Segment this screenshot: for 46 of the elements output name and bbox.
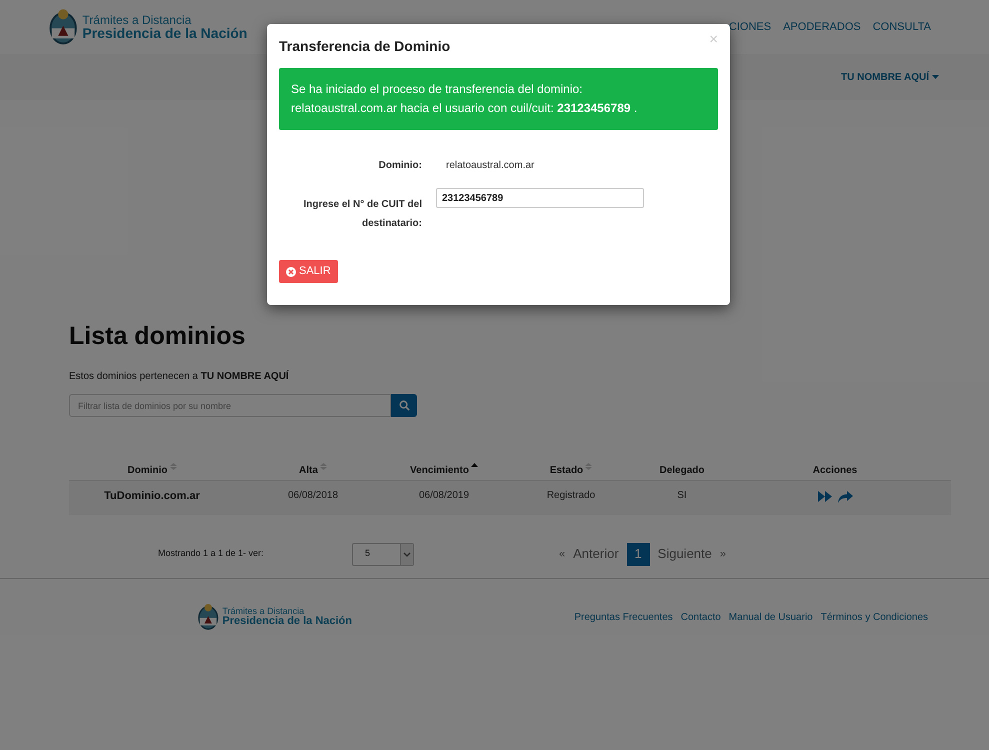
nav-link[interactable]: APODERADOS (783, 18, 861, 36)
owner-text: Estos dominios pertenecen a TU NOMBRE AQUÍ (69, 369, 290, 384)
logo-text: Trámites a Distancia (222, 607, 306, 616)
sort-icon[interactable] (470, 463, 478, 470)
table-cell-text: SI (677, 489, 687, 503)
exit-button[interactable]: SALIR (279, 260, 338, 283)
footer-link[interactable]: Preguntas Frecuentes (574, 610, 673, 624)
page-button[interactable]: 1 (626, 542, 650, 566)
search-field[interactable]: Filtrar lista de dominios por su nombre (69, 394, 391, 417)
nav-link[interactable]: CIONES (728, 18, 772, 36)
close-circle-icon (286, 266, 296, 276)
emblem-icon (197, 603, 220, 631)
field-value: relatoaustral.com.ar (446, 159, 536, 173)
field-label: Ingrese el N° de CUIT del destinatario: (302, 198, 422, 231)
footer-link[interactable]: Manual de Usuario (728, 610, 813, 624)
page-title: Lista dominios (69, 324, 246, 349)
logo-text: Presidencia de la Nación (82, 26, 248, 40)
field-label: Dominio: (378, 159, 422, 173)
logo-text: Presidencia de la Nación (222, 616, 352, 627)
table-cell-text: 06/08/2018 (288, 489, 338, 503)
caret-icon (932, 75, 939, 79)
fast-forward-icon[interactable] (818, 491, 832, 502)
footer-link[interactable]: Términos y Condiciones (820, 610, 928, 624)
table-cell-text: TuDominio.com.ar (104, 489, 200, 504)
column-header[interactable]: Alta (299, 463, 318, 478)
search-button[interactable] (391, 394, 417, 417)
column-header[interactable]: Estado (550, 463, 584, 478)
success-alert: Se ha iniciado el proceso de transferencia del dominio: relatoaustral.com.ar hacia el usuario con cuil/cuit: 23123456789 . (279, 68, 718, 130)
nav-link[interactable]: CONSULTA (872, 18, 931, 36)
cuit-field[interactable]: 23123456789 (436, 188, 644, 208)
logo-text: Trámites a Distancia (82, 14, 192, 26)
table-cell-text: Registrado (546, 489, 596, 503)
column-header[interactable]: Vencimiento (410, 463, 469, 478)
showing-text: Mostrando 1 a 1 de 1- ver: (158, 547, 265, 560)
modal-title: Transferencia de Dominio (279, 37, 450, 56)
column-header[interactable]: Dominio (128, 463, 168, 478)
page-size-select[interactable]: 5 (352, 542, 414, 566)
emblem-icon (48, 8, 78, 46)
share-arrow-icon[interactable] (838, 491, 852, 503)
chevron-icon (403, 552, 411, 556)
column-header: Delegado (659, 464, 704, 478)
table-cell-text: 06/08/2019 (418, 489, 470, 503)
column-header: Acciones (812, 464, 858, 478)
user-menu[interactable]: TU NOMBRE AQUÍ (841, 70, 939, 84)
search-icon (398, 400, 410, 411)
footer-link[interactable]: Contacto (680, 610, 721, 624)
